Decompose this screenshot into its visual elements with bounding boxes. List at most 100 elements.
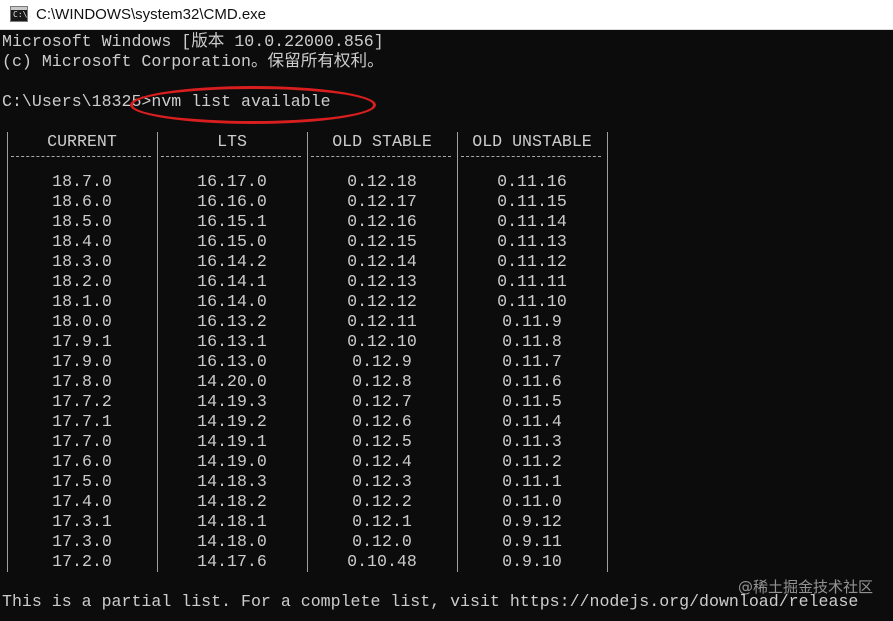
version-cell: 0.12.17 [347,192,417,211]
version-cell: 16.13.2 [197,312,267,331]
version-cell: 16.13.1 [197,332,267,351]
version-cell: 0.12.14 [347,252,417,271]
version-cell: 14.19.2 [197,412,267,431]
watermark: @稀土掘金技术社区 [737,578,873,596]
version-cell: 0.12.9 [352,352,412,371]
version-cell: 0.11.13 [497,232,567,251]
version-cell: 17.3.0 [52,532,112,551]
version-cell: 0.11.9 [502,312,562,331]
version-cell: 16.14.0 [197,292,267,311]
version-cell: 0.12.6 [352,412,412,431]
window-title: C:\WINDOWS\system32\CMD.exe [36,6,267,23]
version-cell: 0.12.2 [352,492,412,511]
version-cell: 14.18.0 [197,532,267,551]
version-cell: 16.16.0 [197,192,267,211]
version-cell: 0.12.0 [352,532,412,551]
version-cell: 17.6.0 [52,452,112,471]
version-cell: 14.18.2 [197,492,267,511]
version-cell: 0.11.0 [502,492,562,511]
version-cell: 17.3.1 [52,512,112,531]
version-cell: 0.12.7 [352,392,412,411]
footer-line: This is a partial list. For a complete l… [2,592,859,611]
banner-copyright-line: (c) Microsoft Corporation。保留所有权利。 [2,52,384,71]
version-cell: 18.6.0 [52,192,112,211]
column-header: CURRENT [47,132,117,151]
banner-version-line: Microsoft Windows [版本 10.0.22000.856] [2,32,384,51]
prompt: C:\Users\18325> [2,92,152,111]
version-cell: 0.11.1 [502,472,562,491]
version-cell: 0.11.15 [497,192,567,211]
version-cell: 0.9.11 [502,532,562,551]
version-cell: 18.5.0 [52,212,112,231]
version-cell: 18.2.0 [52,272,112,291]
version-cell: 0.11.10 [497,292,567,311]
version-cell: 0.11.8 [502,332,562,351]
header-divider [311,156,451,158]
version-cell: 16.17.0 [197,172,267,191]
version-cell: 0.11.7 [502,352,562,371]
version-cell: 14.17.6 [197,552,267,571]
version-cell: 16.14.1 [197,272,267,291]
version-cell: 0.12.1 [352,512,412,531]
version-cell: 14.18.1 [197,512,267,531]
version-cell: 16.13.0 [197,352,267,371]
version-cell: 0.12.11 [347,312,417,331]
version-cell: 17.4.0 [52,492,112,511]
version-cell: 17.9.1 [52,332,112,351]
version-cell: 14.20.0 [197,372,267,391]
header-divider [11,156,151,158]
version-cell: 0.11.2 [502,452,562,471]
version-cell: 0.11.4 [502,412,562,431]
version-cell: 17.5.0 [52,472,112,491]
version-cell: 0.11.12 [497,252,567,271]
version-cell: 16.15.0 [197,232,267,251]
version-cell: 17.8.0 [52,372,112,391]
version-cell: 0.12.8 [352,372,412,391]
version-cell: 17.7.0 [52,432,112,451]
version-cell: 17.2.0 [52,552,112,571]
version-cell: 14.19.3 [197,392,267,411]
version-cell: 18.0.0 [52,312,112,331]
window-titlebar[interactable]: C:\. C:\WINDOWS\system32\CMD.exe [0,0,893,30]
version-cell: 0.11.16 [497,172,567,191]
version-cell: 0.12.5 [352,432,412,451]
column-separator [607,132,608,572]
version-cell: 0.12.3 [352,472,412,491]
cmd-app-icon[interactable]: C:\. [10,6,32,22]
version-cell: 0.12.16 [347,212,417,231]
column-header: OLD STABLE [332,132,432,151]
version-cell: 0.11.14 [497,212,567,231]
version-cell: 16.15.1 [197,212,267,231]
version-cell: 18.4.0 [52,232,112,251]
version-cell: 0.9.12 [502,512,562,531]
console-output[interactable]: Microsoft Windows [版本 10.0.22000.856] (c… [0,31,893,621]
column-header: LTS [217,132,247,151]
version-cell: 17.7.2 [52,392,112,411]
version-cell: 14.19.0 [197,452,267,471]
version-cell: 0.12.4 [352,452,412,471]
header-divider [161,156,301,158]
version-cell: 17.9.0 [52,352,112,371]
version-cell: 18.7.0 [52,172,112,191]
version-cell: 0.11.3 [502,432,562,451]
version-cell: 17.7.1 [52,412,112,431]
version-cell: 14.19.1 [197,432,267,451]
command-highlight-ellipse [130,86,376,124]
version-cell: 0.11.11 [497,272,567,291]
version-cell: 0.10.48 [347,552,417,571]
version-cell: 0.12.18 [347,172,417,191]
version-cell: 0.12.10 [347,332,417,351]
version-cell: 14.18.3 [197,472,267,491]
header-divider [461,156,601,158]
version-cell: 0.11.5 [502,392,562,411]
icon-glyph: C:\. [13,10,33,19]
version-cell: 0.9.10 [502,552,562,571]
version-cell: 16.14.2 [197,252,267,271]
version-cell: 0.12.15 [347,232,417,251]
version-cell: 0.11.6 [502,372,562,391]
version-cell: 18.3.0 [52,252,112,271]
version-cell: 0.12.13 [347,272,417,291]
version-cell: 0.12.12 [347,292,417,311]
column-header: OLD UNSTABLE [472,132,592,151]
version-cell: 18.1.0 [52,292,112,311]
